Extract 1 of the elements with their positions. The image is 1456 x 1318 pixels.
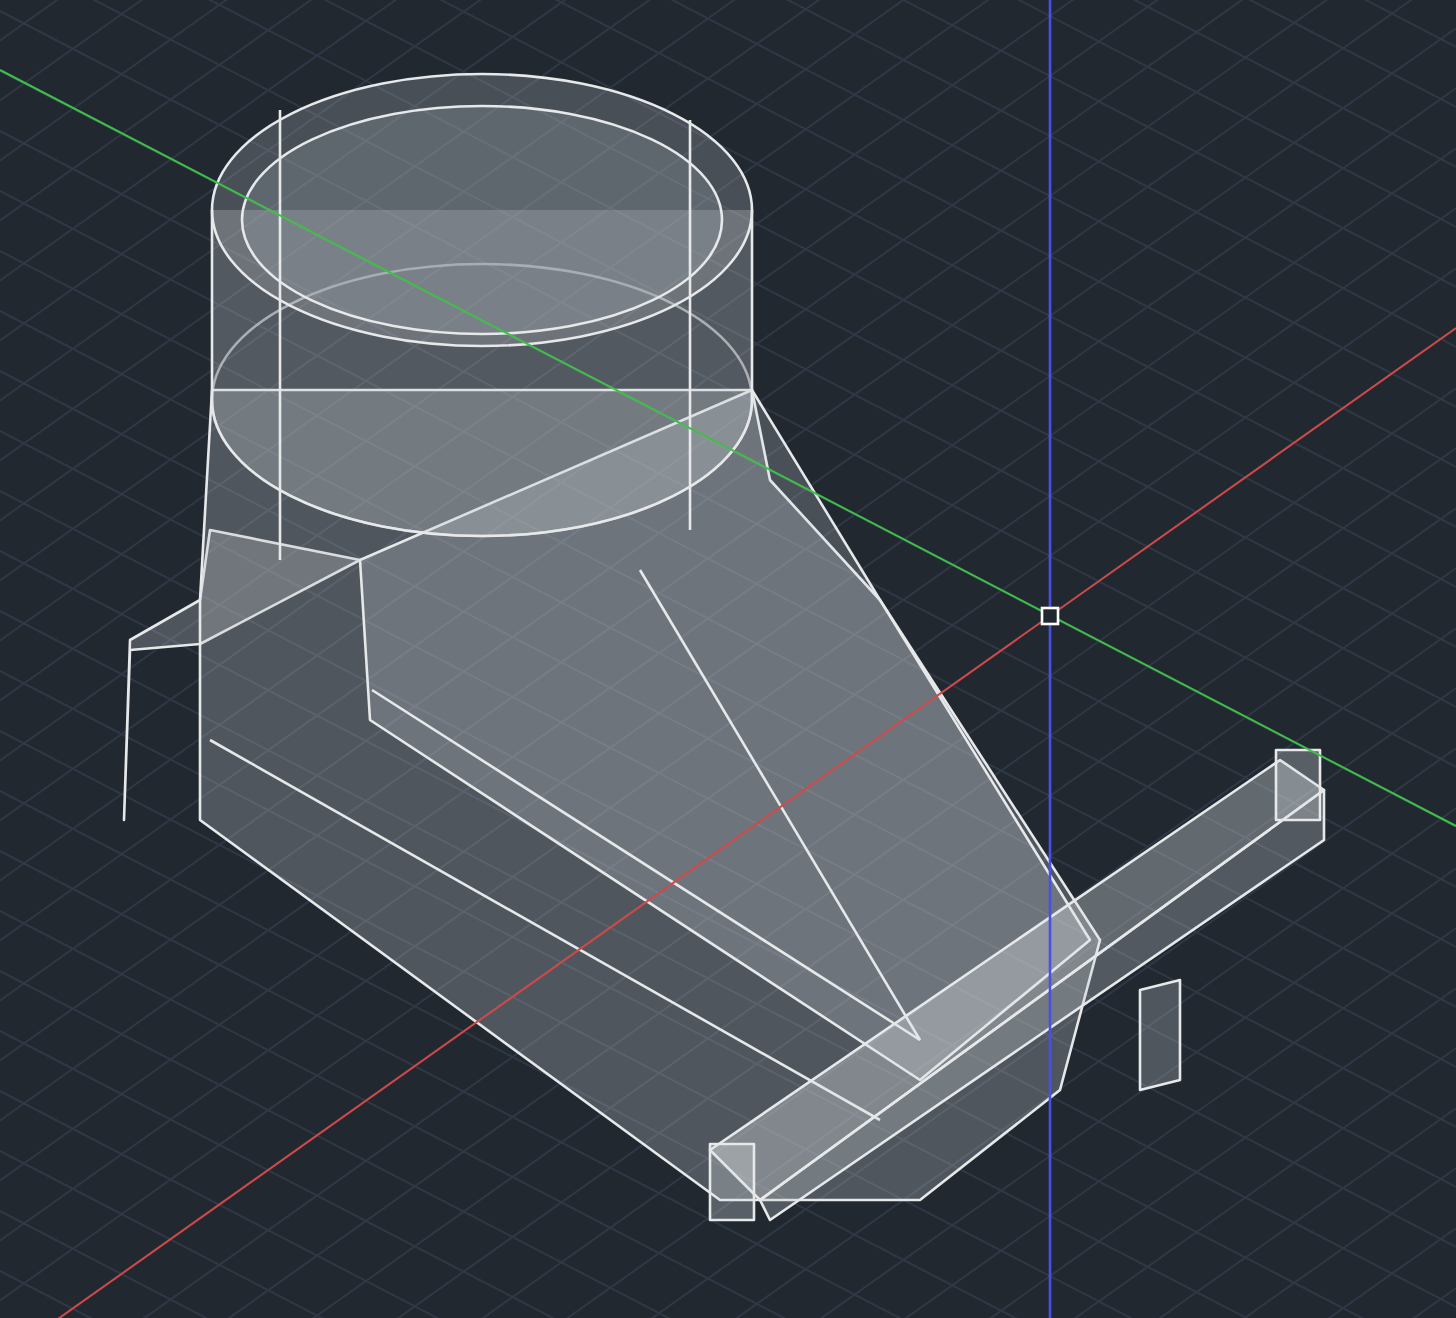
origin-marker-icon xyxy=(1040,606,1060,626)
